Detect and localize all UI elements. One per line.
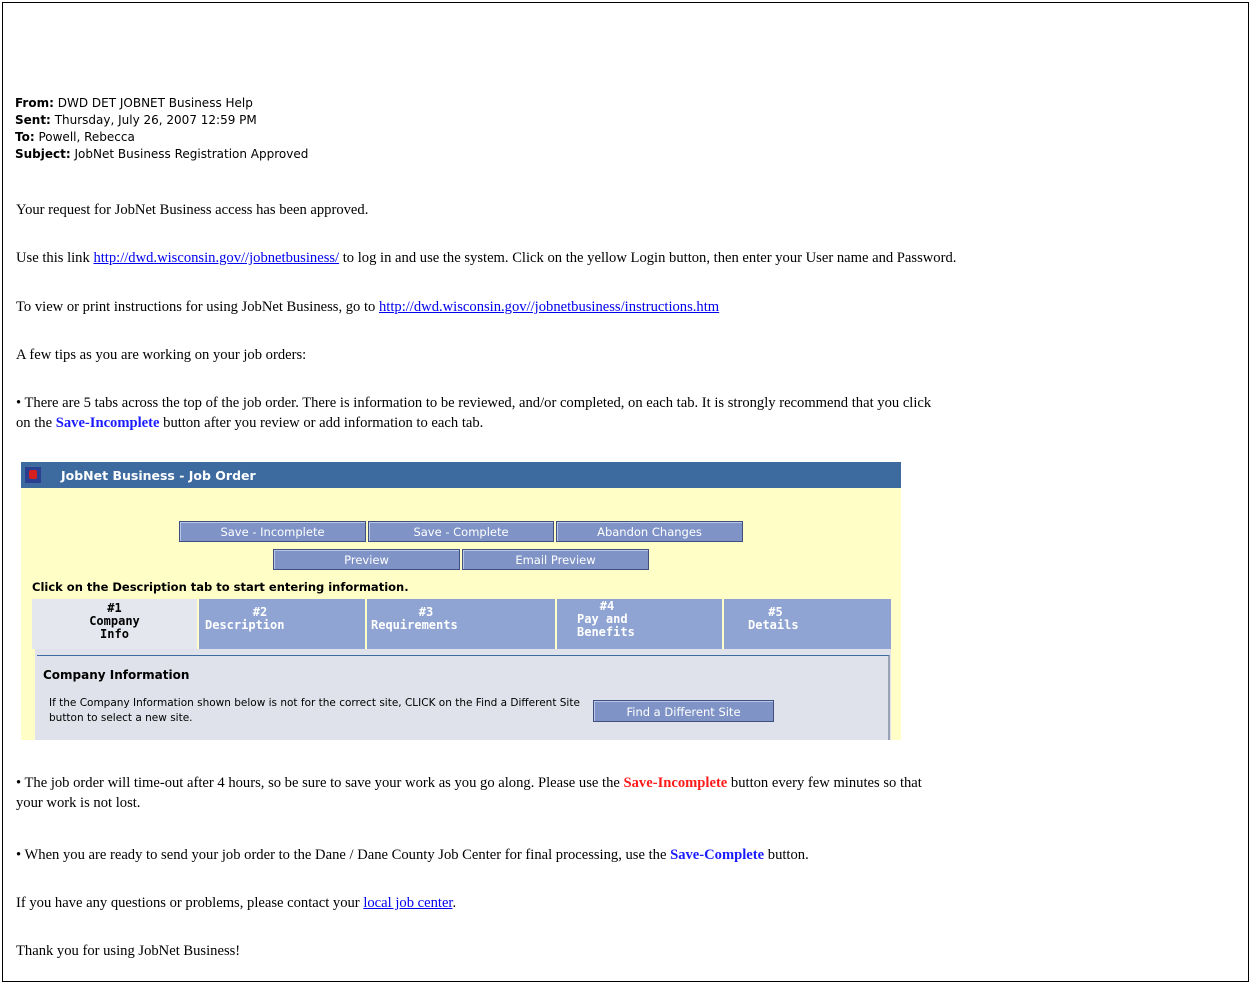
tip-save-complete: • When you are ready to send your job or…	[16, 845, 809, 865]
p2-pre: Use this link	[16, 250, 94, 266]
subject-row: Subject: JobNet Business Registration Ap…	[15, 146, 308, 163]
abandon-changes-button[interactable]: Abandon Changes	[556, 521, 743, 542]
tab-details[interactable]: #5 Details	[724, 599, 891, 649]
tip-timeout: • The job order will time-out after 4 ho…	[16, 773, 922, 813]
company-info-heading: Company Information	[43, 668, 190, 682]
screenshot-instruction: Click on the Description tab to start en…	[32, 580, 409, 594]
save-complete-highlight: Save-Complete	[670, 847, 765, 863]
subject-value: JobNet Business Registration Approved	[74, 147, 309, 161]
tab1-label2: Info	[100, 627, 129, 641]
local-job-center-link[interactable]: local job center	[363, 895, 452, 911]
tab3-label: Requirements	[371, 618, 458, 632]
to-value: Powell, Rebecca	[38, 130, 135, 144]
job-order-tabs: #1 Company Info #2 Description #3 Requir…	[32, 599, 891, 649]
to-row: To: Powell, Rebecca	[15, 129, 308, 146]
sent-label: Sent:	[15, 113, 51, 127]
company-info-text: If the Company Information shown below i…	[49, 697, 580, 724]
paragraph-instructions: To view or print instructions for using …	[16, 297, 719, 317]
tip-timeout-line1: • The job order will time-out after 4 ho…	[16, 773, 922, 793]
paragraph-login-link: Use this link http://dwd.wisconsin.gov//…	[16, 248, 956, 268]
preview-button[interactable]: Preview	[273, 549, 460, 570]
tip-timeout-pre: • The job order will time-out after 4 ho…	[16, 775, 624, 791]
sent-row: Sent: Thursday, July 26, 2007 12:59 PM	[15, 112, 308, 129]
tab-pay-benefits[interactable]: #4 Pay and Benefits	[557, 599, 724, 649]
to-label: To:	[15, 130, 35, 144]
p5-pre: If you have any questions or problems, p…	[16, 895, 364, 911]
tab-requirements[interactable]: #3 Requirements	[367, 599, 557, 649]
tip-tabs: • There are 5 tabs across the top of the…	[16, 393, 931, 433]
save-complete-button[interactable]: Save - Complete	[368, 521, 554, 542]
jobnet-logo-icon	[25, 467, 41, 483]
tip-tabs-line2: on the Save-Incomplete button after you …	[16, 413, 931, 433]
company-info-panel: Company Information If the Company Infor…	[32, 649, 891, 740]
tab5-label: Details	[748, 618, 799, 632]
jobnet-screenshot: JobNet Business - Job Order Save - Incom…	[21, 462, 901, 740]
paragraph-tips-intro: A few tips as you are working on your jo…	[16, 347, 307, 363]
screenshot-titlebar: JobNet Business - Job Order	[21, 462, 901, 488]
tab-company-info[interactable]: #1 Company Info	[32, 599, 199, 649]
tab-description[interactable]: #2 Description	[199, 599, 367, 649]
tip-tabs-line1: • There are 5 tabs across the top of the…	[16, 395, 932, 411]
tip-tabs-post: button after you review or add informati…	[159, 415, 484, 431]
p3-pre: To view or print instructions for using …	[16, 299, 379, 315]
sent-value: Thursday, July 26, 2007 12:59 PM	[54, 113, 257, 127]
tip-save-complete-post: button.	[764, 847, 809, 863]
subject-label: Subject:	[15, 147, 71, 161]
paragraph-approved: Your request for JobNet Business access …	[16, 202, 369, 218]
tab2-label: Description	[205, 618, 285, 632]
email-header: From: DWD DET JOBNET Business Help Sent:…	[15, 95, 308, 163]
p5-post: .	[452, 895, 457, 911]
from-row: From: DWD DET JOBNET Business Help	[15, 95, 308, 112]
tip-timeout-line2: your work is not lost.	[16, 795, 141, 811]
find-different-site-button[interactable]: Find a Different Site	[593, 700, 774, 722]
jobnetbusiness-link[interactable]: http://dwd.wisconsin.gov//jobnetbusiness…	[93, 250, 339, 266]
save-incomplete-highlight: Save-Incomplete	[55, 415, 160, 431]
company-info-panel-inner: Company Information If the Company Infor…	[37, 655, 890, 740]
tip-timeout-post: button every few minutes so that	[727, 775, 922, 791]
paragraph-thanks: Thank you for using JobNet Business!	[16, 943, 241, 959]
tab4-label2: Benefits	[577, 625, 635, 639]
p2-post: to log in and use the system. Click on t…	[339, 250, 957, 266]
from-value: DWD DET JOBNET Business Help	[57, 96, 253, 110]
tip-tabs-pre: on the	[16, 415, 56, 431]
instructions-link[interactable]: http://dwd.wisconsin.gov//jobnetbusiness…	[379, 299, 719, 315]
email-preview-button[interactable]: Email Preview	[462, 549, 649, 570]
from-label: From:	[15, 96, 54, 110]
screenshot-title: JobNet Business - Job Order	[61, 467, 256, 483]
tip-save-complete-pre: • When you are ready to send your job or…	[16, 847, 671, 863]
save-incomplete-red-highlight: Save-Incomplete	[623, 775, 728, 791]
paragraph-contact: If you have any questions or problems, p…	[16, 893, 456, 913]
save-incomplete-button[interactable]: Save - Incomplete	[179, 521, 366, 542]
